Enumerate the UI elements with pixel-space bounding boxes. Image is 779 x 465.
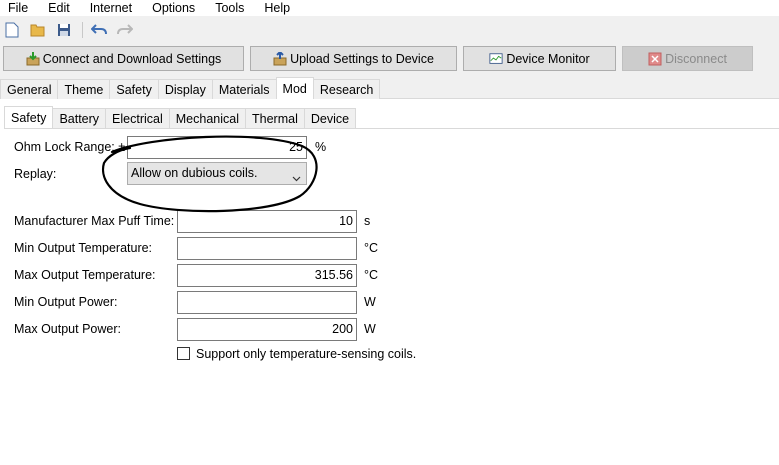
- min-power-unit: W: [364, 295, 376, 309]
- tab-theme[interactable]: Theme: [57, 79, 111, 99]
- subtab-mechanical[interactable]: Mechanical: [168, 108, 246, 128]
- max-power-input[interactable]: 200: [177, 318, 357, 341]
- ohm-lock-label: Ohm Lock Range: ±: [14, 140, 126, 154]
- disconnect-icon: [648, 52, 662, 66]
- tab-label: Thermal: [252, 111, 298, 126]
- ohm-lock-unit: %: [315, 140, 327, 154]
- device-monitor-label: Device Monitor: [506, 51, 590, 66]
- upload-settings-label: Upload Settings to Device: [290, 51, 434, 66]
- tab-display[interactable]: Display: [157, 79, 213, 99]
- menu-bar: File Edit Internet Options Tools Help: [0, 0, 779, 16]
- monitor-icon: [489, 52, 503, 66]
- undo-icon[interactable]: [91, 22, 107, 38]
- new-file-icon[interactable]: [4, 22, 20, 38]
- max-puff-input[interactable]: 10: [177, 210, 357, 233]
- min-temp-unit: °C: [364, 241, 379, 255]
- tab-label: Mod: [282, 81, 307, 96]
- temp-sensing-label: Support only temperature-sensing coils.: [196, 347, 417, 361]
- tab-label: Electrical: [112, 111, 163, 126]
- toolbar-separator: [82, 22, 83, 38]
- redo-icon[interactable]: [117, 22, 133, 38]
- tab-research[interactable]: Research: [312, 79, 381, 99]
- max-temp-unit: °C: [364, 268, 379, 282]
- max-temp-label: Max Output Temperature:: [14, 268, 156, 282]
- subtab-safety[interactable]: Safety: [4, 106, 54, 128]
- tab-label: Theme: [64, 82, 104, 97]
- upload-settings-button[interactable]: Upload Settings to Device: [250, 46, 457, 71]
- tab-label: General: [7, 82, 52, 97]
- tab-label: Safety: [11, 110, 47, 125]
- connect-download-button[interactable]: Connect and Download Settings: [3, 46, 244, 71]
- disconnect-label: Disconnect: [665, 51, 727, 66]
- menu-edit[interactable]: Edit: [48, 2, 70, 15]
- open-folder-icon[interactable]: [30, 22, 46, 38]
- temp-sensing-checkbox[interactable]: [177, 347, 190, 360]
- subtab-battery[interactable]: Battery: [52, 108, 107, 128]
- max-temp-input[interactable]: 315.56: [177, 264, 357, 287]
- ohm-lock-input[interactable]: 25: [127, 136, 307, 159]
- tab-label: Research: [319, 82, 374, 97]
- menu-tools[interactable]: Tools: [215, 2, 244, 15]
- max-puff-unit: s: [364, 214, 371, 228]
- disconnect-button[interactable]: Disconnect: [622, 46, 753, 71]
- max-puff-label: Manufacturer Max Puff Time:: [14, 214, 175, 228]
- upload-icon: [273, 51, 287, 66]
- replay-select[interactable]: Allow on dubious coils.: [127, 162, 307, 185]
- min-power-input[interactable]: [177, 291, 357, 314]
- tab-label: Safety: [116, 82, 152, 97]
- toolbar: [0, 19, 779, 41]
- tab-general[interactable]: General: [0, 79, 59, 99]
- menu-internet[interactable]: Internet: [90, 2, 132, 15]
- tab-label: Mechanical: [175, 111, 239, 126]
- device-monitor-button[interactable]: Device Monitor: [463, 46, 616, 71]
- menu-help[interactable]: Help: [264, 2, 290, 15]
- tab-materials[interactable]: Materials: [211, 79, 277, 99]
- main-tabs: General Theme Safety Display Materials M…: [0, 77, 381, 99]
- subtab-electrical[interactable]: Electrical: [105, 108, 170, 128]
- subtab-divider: [4, 128, 779, 129]
- sub-tabs: Safety Battery Electrical Mechanical The…: [4, 106, 357, 128]
- subtab-device[interactable]: Device: [303, 108, 357, 128]
- tab-label: Device: [310, 111, 350, 126]
- subtab-thermal[interactable]: Thermal: [245, 108, 305, 128]
- replay-label: Replay:: [14, 167, 57, 181]
- download-icon: [26, 51, 40, 66]
- chevron-down-icon: [292, 169, 301, 182]
- save-icon[interactable]: [56, 22, 72, 38]
- tab-safety[interactable]: Safety: [109, 79, 159, 99]
- tab-label: Materials: [218, 82, 270, 97]
- replay-selected-value: Allow on dubious coils.: [131, 166, 258, 180]
- min-temp-input[interactable]: [177, 237, 357, 260]
- connect-download-label: Connect and Download Settings: [42, 51, 222, 66]
- min-power-label: Min Output Power:: [14, 295, 118, 309]
- tab-label: Battery: [59, 111, 100, 126]
- max-power-label: Max Output Power:: [14, 322, 121, 336]
- min-temp-label: Min Output Temperature:: [14, 241, 153, 255]
- tab-label: Display: [164, 82, 206, 97]
- menu-options[interactable]: Options: [152, 2, 195, 15]
- tab-mod[interactable]: Mod: [275, 77, 314, 99]
- menu-file[interactable]: File: [8, 2, 28, 15]
- max-power-unit: W: [364, 322, 376, 336]
